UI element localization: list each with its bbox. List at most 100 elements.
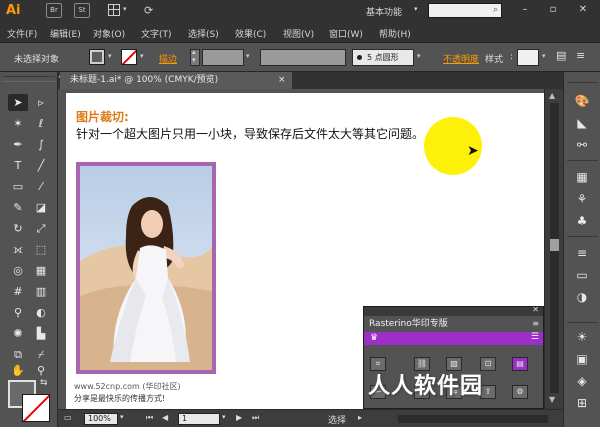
menu-help[interactable]: 帮助(H) [379,27,411,40]
rasterino-action-button[interactable]: ▤ [512,357,528,371]
menu-icon[interactable]: ☰ [531,332,539,342]
color-guide-icon[interactable]: ◣ [572,114,592,132]
artboard-tool-icon[interactable]: ⧉ [8,346,28,363]
chevron-down-icon[interactable]: ▾ [542,52,546,60]
arrange-documents-button[interactable]: ▾ [108,3,130,18]
chevron-down-icon[interactable]: ▾ [222,413,226,421]
panel-grip[interactable] [3,76,55,82]
lasso-tool-icon[interactable]: ℓ [31,115,51,132]
panel-menu-icon[interactable]: ≡ [532,319,539,328]
opacity-label[interactable]: 不透明度 [443,52,479,65]
free-transform-tool-icon[interactable]: ⬚ [31,241,51,258]
magic-wand-tool-icon[interactable]: ✶ [8,115,28,132]
close-icon[interactable]: ✕ [532,305,539,314]
menu-effect[interactable]: 效果(C) [235,27,266,40]
scroll-down-icon[interactable]: ▼ [549,395,555,404]
graphic-style-swatch[interactable] [517,49,539,66]
paintbrush-tool-icon[interactable]: ⁄ [31,178,51,195]
shape-builder-tool-icon[interactable]: ◎ [8,262,28,279]
swap-fill-stroke-icon[interactable]: ⇆ [40,378,48,388]
curvature-tool-icon[interactable]: ∫ [31,136,51,153]
dock-grip[interactable] [567,82,598,83]
chevron-down-icon[interactable]: ▾ [140,52,144,60]
rectangle-tool-icon[interactable]: ▭ [8,178,28,195]
zoom-tool-icon[interactable]: ⚲ [31,362,51,379]
blend-tool-icon[interactable]: ◐ [31,304,51,321]
stroke-panel-icon[interactable]: ≡ [572,244,592,262]
stock-button[interactable]: St [74,3,90,18]
stroke-color-swatch[interactable] [121,49,137,65]
search-input[interactable]: ⌕ [428,3,502,18]
slice-tool-icon[interactable]: ⌿ [31,346,51,363]
gradient-panel-icon[interactable]: ▭ [572,266,592,284]
selection-tool-icon[interactable]: ➤ [8,94,28,111]
chevron-down-icon[interactable]: ▾ [417,52,421,60]
cc-libraries-icon[interactable]: ⚯ [572,136,592,154]
last-artboard-icon[interactable]: ⏭ [252,413,259,423]
zoom-field[interactable]: 100% [84,413,118,425]
chevron-down-icon[interactable]: ▾ [246,52,250,60]
width-tool-icon[interactable]: ⟗ [8,241,28,258]
color-panel-icon[interactable]: 🎨 [572,92,592,110]
perspective-grid-tool-icon[interactable]: ▦ [31,262,51,279]
next-artboard-icon[interactable]: ▶ [236,413,242,422]
artboards-icon[interactable]: ⊞ [572,394,592,412]
document-setup-icon[interactable]: ▤ [556,49,566,62]
align-icon[interactable]: ≡ [576,49,585,62]
artboard-number-field[interactable]: 1 [178,413,220,425]
brushes-icon[interactable]: ⚘ [572,190,592,208]
line-segment-tool-icon[interactable]: ╱ [31,157,51,174]
tab-document[interactable]: 未标题-1.ai* @ 100% (CMYK/预览) × [60,72,292,89]
menu-select[interactable]: 选择(S) [188,27,219,40]
workspace-switcher[interactable]: 基本功能 [366,5,402,18]
eraser-tool-icon[interactable]: ◪ [31,199,51,216]
close-button[interactable]: ✕ [576,3,590,17]
sync-settings-icon[interactable]: ⟳ [144,3,160,18]
menu-edit[interactable]: 编辑(E) [50,27,81,40]
symbols-icon[interactable]: ♣ [572,212,592,230]
transparency-icon[interactable]: ◑ [572,288,592,306]
previous-artboard-icon[interactable]: ◀ [162,413,168,422]
direct-selection-tool-icon[interactable]: ▹ [31,94,51,111]
menu-type[interactable]: 文字(T) [141,27,172,40]
stroke-color-swatch[interactable] [22,394,50,422]
menu-window[interactable]: 窗口(W) [329,27,363,40]
type-tool-icon[interactable]: T [8,157,28,174]
chevron-down-icon[interactable]: ▾ [108,52,112,60]
variable-width-profile[interactable] [260,49,346,66]
panel-title-strip[interactable]: ✕ [364,305,543,316]
scale-tool-icon[interactable]: ⤢ [31,220,51,237]
pen-tool-icon[interactable]: ✒ [8,136,28,153]
bridge-button[interactable]: Br [46,3,62,18]
stroke-weight-stepper[interactable] [190,48,200,66]
settings-button[interactable]: ⚙ [512,385,528,399]
brush-definition[interactable]: 5 点圆形 [352,49,414,66]
stroke-label[interactable]: 描边 [159,52,177,65]
layers-icon[interactable]: ◈ [572,372,592,390]
scroll-thumb[interactable] [550,239,559,251]
menu-view[interactable]: 视图(V) [283,27,314,40]
maximize-button[interactable]: ▫ [546,3,560,17]
doc-info-icon[interactable]: ▭ [64,413,72,422]
first-artboard-icon[interactable]: ⏮ [146,413,153,423]
tab-rasterino[interactable]: Rasterino华印专版 [364,316,474,332]
fill-color-swatch[interactable] [89,49,105,65]
vertical-scrollbar[interactable]: ▲ ▼ [544,89,563,409]
menu-object[interactable]: 对象(O) [93,27,125,40]
status-menu-icon[interactable]: ▸ [358,413,362,422]
swatches-icon[interactable]: ▦ [572,168,592,186]
gradient-tool-icon[interactable]: ▥ [31,283,51,300]
minimize-button[interactable]: – [518,3,532,17]
placed-photo[interactable] [76,162,216,374]
close-icon[interactable]: × [278,72,286,89]
scroll-up-icon[interactable]: ▲ [549,91,555,100]
graphic-styles-icon[interactable]: ▣ [572,350,592,368]
hand-tool-icon[interactable]: ✋ [8,362,28,379]
appearance-icon[interactable]: ☀ [572,328,592,346]
stroke-weight-field[interactable] [202,49,244,66]
pencil-tool-icon[interactable]: ✎ [8,199,28,216]
column-graph-tool-icon[interactable]: ▙ [31,325,51,342]
symbol-sprayer-tool-icon[interactable]: ✺ [8,325,28,342]
menu-file[interactable]: 文件(F) [7,27,37,40]
horizontal-scrollbar[interactable] [398,415,548,423]
